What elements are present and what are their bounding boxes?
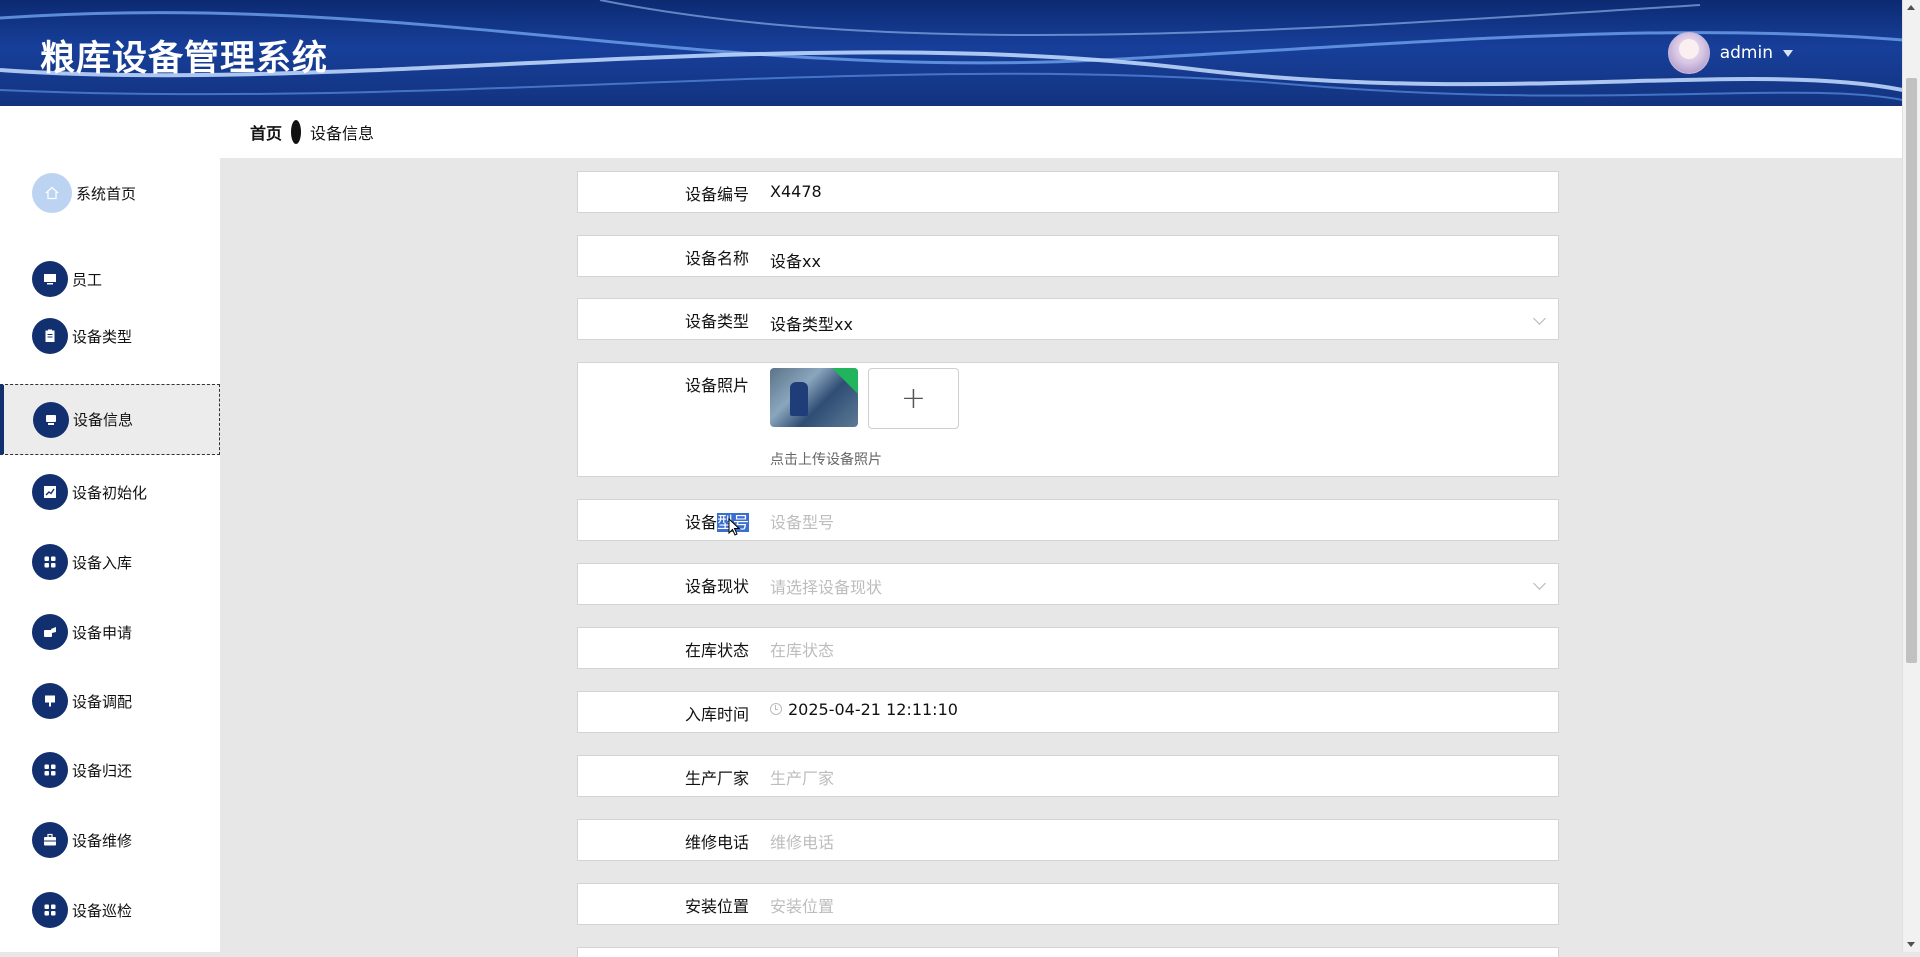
caret-down-icon [1783,49,1793,57]
device-model-label: 设备型号 [578,509,749,533]
field-device-code: 设备编号 X4478 [577,171,1559,213]
app-title: 粮库设备管理系统 [40,39,329,79]
breadcrumb-current: 设备信息 [310,124,375,143]
clipboard-icon [32,318,68,354]
briefcase-icon [32,822,68,858]
field-next-partial [577,947,1559,957]
sidebar-item-staff[interactable]: 员工 [0,249,220,309]
avatar [1667,32,1710,74]
device-photo-thumbnail[interactable] [770,368,858,427]
stock-in-time-label: 入库时间 [684,705,749,724]
stock-status-label: 在库状态 [684,641,749,660]
device-model-label-prefix: 设备 [684,513,717,532]
sidebar-item-label: 设备信息 [73,411,134,429]
grid-icon [32,752,68,788]
page-scrollbar[interactable] [1902,0,1920,952]
manufacturer-label: 生产厂家 [684,769,749,788]
scrollbar-thumb[interactable] [1906,78,1917,663]
breadcrumb: 首页 设备信息 [220,106,1903,158]
sidebar-item-label: 员工 [72,270,103,289]
sidebar: 系统首页 员工 设备类型 设备信息 设备初始化 设备入库 设备申请 设备调配 设… [0,106,220,952]
sidebar-item-label: 设备巡检 [72,901,133,920]
field-stock-status: 在库状态 在库状态 [577,627,1559,669]
field-device-status[interactable]: 设备现状 请选择设备现状 [577,563,1559,605]
top-header: 粮库设备管理系统 admin [0,0,1903,106]
install-location-label: 安装位置 [684,897,749,916]
sidebar-item-device-apply[interactable]: 设备申请 [0,602,220,662]
field-repair-phone: 维修电话 维修电话 [577,819,1559,861]
upload-tip: 点击上传设备照片 [770,452,882,468]
breadcrumb-separator [291,120,302,144]
field-manufacturer: 生产厂家 生产厂家 [577,755,1559,797]
user-menu[interactable]: admin [1667,32,1793,74]
device-status-select[interactable]: 请选择设备现状 [770,574,882,598]
username: admin [1719,43,1773,63]
plus-icon: + [900,380,927,416]
device-name-input[interactable]: 设备xx [770,248,821,272]
sidebar-item-device-allocate[interactable]: 设备调配 [0,671,220,731]
device-type-select[interactable]: 设备类型xx [770,311,853,335]
sidebar-item-label: 设备调配 [72,692,133,711]
field-stock-in-time: 入库时间 2025-04-21 12:11:10 [577,691,1559,733]
stock-in-time-picker[interactable]: 2025-04-21 12:11:10 [788,700,958,719]
repair-phone-label: 维修电话 [684,833,749,852]
sidebar-item-home[interactable]: 系统首页 [0,163,220,223]
sidebar-item-device-info[interactable]: 设备信息 [0,384,220,455]
breadcrumb-home[interactable]: 首页 [250,120,282,144]
device-type-label: 设备类型 [684,312,749,331]
device-name-label: 设备名称 [684,249,749,268]
sidebar-item-label: 系统首页 [76,184,137,203]
chevron-down-icon [1533,312,1546,325]
sidebar-item-label: 设备归还 [72,761,133,780]
sidebar-item-label: 设备申请 [72,623,133,642]
hand-icon [32,614,68,650]
stamp-icon [32,683,68,719]
monitor-icon [32,261,68,297]
sidebar-item-label: 设备入库 [72,553,133,572]
manufacturer-input[interactable]: 生产厂家 [770,765,834,789]
chart-icon [32,474,68,510]
field-device-type[interactable]: 设备类型 设备类型xx [577,298,1559,340]
repair-phone-input[interactable]: 维修电话 [770,829,834,853]
grid-icon [32,544,68,580]
sidebar-item-device-type[interactable]: 设备类型 [0,306,220,366]
scroll-up-arrow-icon[interactable] [1907,5,1915,10]
device-icon [33,401,69,438]
home-icon [32,173,72,213]
grid-icon [32,892,68,928]
device-code-label: 设备编号 [684,185,749,204]
device-model-input[interactable]: 设备型号 [770,509,834,533]
sidebar-item-label: 设备类型 [72,327,133,346]
sidebar-item-device-init[interactable]: 设备初始化 [0,462,220,522]
sidebar-item-device-repair[interactable]: 设备维修 [0,810,220,870]
field-device-name: 设备名称 设备xx [577,235,1559,277]
device-code-input[interactable]: X4478 [770,182,822,201]
field-install-location: 安装位置 安装位置 [577,883,1559,925]
sidebar-item-device-stock-in[interactable]: 设备入库 [0,532,220,592]
sidebar-item-device-return[interactable]: 设备归还 [0,740,220,800]
scroll-down-arrow-icon[interactable] [1907,942,1915,947]
install-location-input[interactable]: 安装位置 [770,893,834,917]
sidebar-item-label: 设备初始化 [72,483,148,502]
device-status-label: 设备现状 [684,577,749,596]
upload-photo-button[interactable]: + [868,368,959,429]
field-device-photo: 设备照片 + 点击上传设备照片 [577,362,1559,477]
stock-status-input[interactable]: 在库状态 [770,637,834,661]
clock-icon [770,703,782,715]
sidebar-item-label: 设备维修 [72,831,133,850]
chevron-down-icon [1533,577,1546,590]
field-device-model: 设备型号 设备型号 [577,499,1559,541]
device-photo-label: 设备照片 [684,376,749,395]
sidebar-item-device-inspect[interactable]: 设备巡检 [0,880,220,940]
mouse-cursor-icon [728,518,741,536]
